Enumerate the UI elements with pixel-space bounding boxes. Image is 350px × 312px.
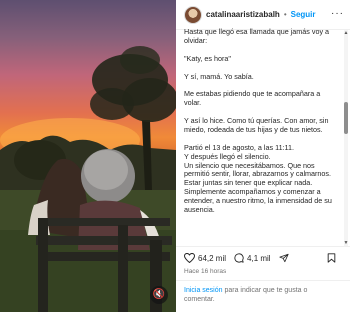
avatar[interactable]: [184, 5, 202, 24]
share-button[interactable]: [278, 253, 289, 263]
comments-count: 4,1 mil: [247, 253, 271, 263]
caption-paragraph: "Katy, es hora": [184, 53, 231, 63]
comment-button[interactable]: 4,1 mil: [234, 253, 271, 263]
post-header: catalinaaristizabalh • Seguir ···: [176, 0, 350, 30]
caption-scrollbar[interactable]: [344, 30, 348, 246]
caption-paragraph: Hasta que llegó esa llamada que jamás vo…: [184, 28, 330, 45]
login-prompt: Inicia sesión para indicar que te gusta …: [184, 286, 340, 304]
speaker-muted-icon[interactable]: 🔇: [150, 286, 168, 304]
save-button[interactable]: [327, 253, 336, 263]
post-timestamp: Hace 16 horas: [184, 268, 227, 275]
caption-paragraph: Partió el 13 de agosto, a las 11:11. Y d…: [184, 142, 332, 215]
caption-paragraph: Y así lo hice. Como tú querías. Con amor…: [184, 116, 329, 134]
action-bar: 64,2 mil 4,1 mil: [184, 250, 344, 266]
follow-button[interactable]: Seguir: [291, 10, 316, 19]
post-caption: Hasta que llegó esa llamada que jamás vo…: [184, 28, 336, 246]
username-link[interactable]: catalinaaristizabalh: [206, 10, 280, 19]
divider: [176, 246, 350, 247]
caption-paragraph: Y sí, mamá. Yo sabía.: [184, 71, 254, 81]
bookmark-icon: [327, 253, 336, 263]
like-button[interactable]: 64,2 mil: [184, 253, 226, 263]
scroll-up-arrow-icon[interactable]: ▲: [343, 30, 349, 36]
divider: [176, 280, 350, 281]
sunset-scene-illustration: [0, 46, 176, 312]
caption-paragraph: Me estabas pidiendo que te acompañara a …: [184, 89, 321, 108]
likes-count: 64,2 mil: [198, 253, 227, 263]
send-icon: [278, 253, 289, 263]
post-video[interactable]: 🔇: [0, 0, 176, 312]
login-link[interactable]: Inicia sesión: [184, 287, 223, 294]
heart-icon: [184, 253, 195, 263]
post-panel: catalinaaristizabalh • Seguir ··· Hasta …: [176, 0, 350, 312]
more-options-icon[interactable]: ···: [331, 8, 344, 19]
comment-icon: [234, 253, 244, 263]
scroll-thumb[interactable]: [344, 102, 348, 134]
separator-dot: •: [283, 10, 287, 19]
